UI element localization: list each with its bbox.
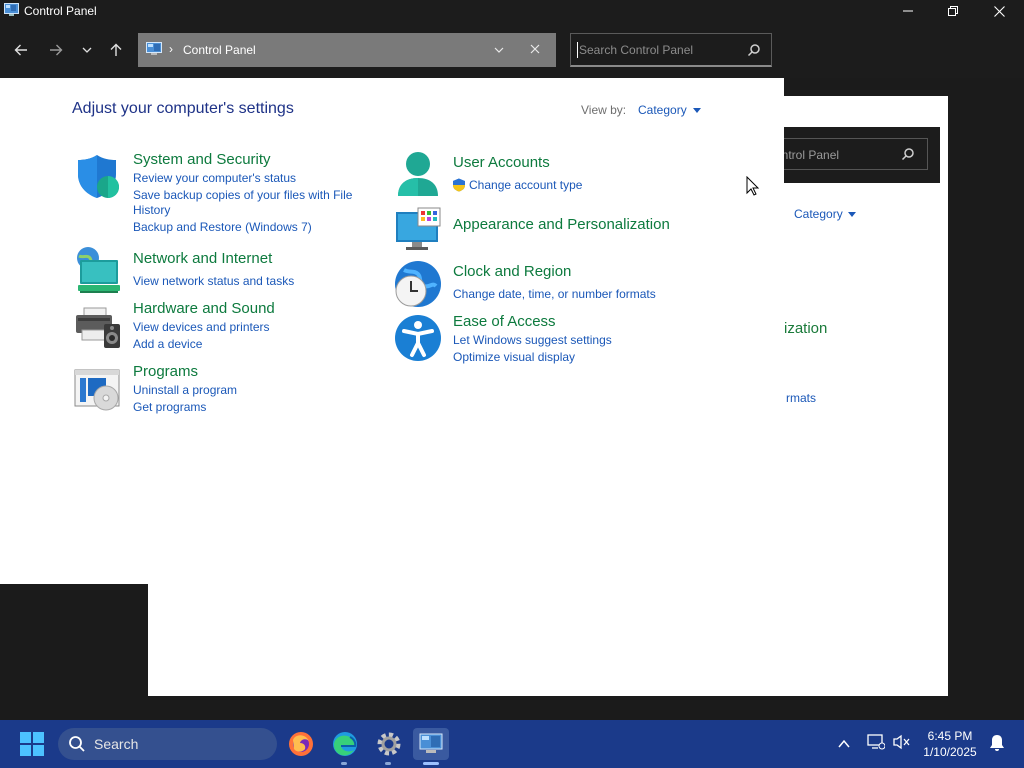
breadcrumb-separator: › — [169, 42, 173, 56]
control-panel-icon — [146, 42, 162, 56]
windows-logo-icon — [20, 732, 44, 756]
control-panel-icon — [4, 3, 19, 16]
category-title[interactable]: System and Security — [133, 151, 271, 168]
start-button[interactable] — [20, 732, 44, 756]
minimize-button[interactable] — [885, 0, 931, 22]
category-link[interactable]: History — [133, 202, 170, 218]
background-search-text: ontrol Panel — [775, 148, 840, 162]
address-bar[interactable]: › Control Panel — [138, 33, 556, 67]
category-link[interactable]: Get programs — [133, 399, 206, 415]
search-icon — [68, 735, 86, 756]
shield-icon[interactable] — [74, 152, 122, 200]
category-title[interactable]: User Accounts — [453, 154, 550, 171]
maximize-button[interactable] — [930, 0, 976, 22]
category-link[interactable]: Uninstall a program — [133, 382, 237, 398]
view-by-dropdown[interactable]: Category — [638, 103, 702, 117]
notification-bell-icon[interactable] — [989, 734, 1005, 757]
minimize-icon — [903, 10, 913, 12]
arrow-right-icon — [50, 44, 63, 56]
arrow-left-icon — [14, 44, 27, 56]
category-title[interactable]: Network and Internet — [133, 250, 272, 267]
text-cursor — [577, 42, 578, 58]
taskbar-search-label: Search — [94, 736, 139, 752]
chevron-down-icon — [82, 47, 92, 53]
taskbar: Search 6:45 PM 1/10/2025 — [0, 720, 1024, 768]
category-title[interactable]: Hardware and Sound — [133, 300, 275, 317]
chevron-up-icon[interactable] — [838, 736, 850, 754]
category-link[interactable]: Change account type — [469, 177, 582, 193]
clock-date: 1/10/2025 — [923, 745, 977, 759]
clock-time: 6:45 PM — [927, 729, 973, 743]
category-link[interactable]: View devices and printers — [133, 319, 270, 335]
active-indicator — [423, 762, 439, 765]
content-area: Adjust your computer's settings View by:… — [0, 78, 784, 584]
running-indicator — [385, 762, 391, 765]
network-status-icon[interactable] — [867, 734, 886, 755]
back-button[interactable] — [9, 38, 33, 62]
speaker-muted-icon[interactable] — [893, 734, 911, 755]
clock-globe-icon[interactable] — [394, 260, 442, 308]
programs-icon[interactable] — [74, 366, 122, 414]
globe-network-icon[interactable] — [74, 246, 122, 294]
user-icon[interactable] — [394, 150, 442, 198]
window-title: Control Panel — [24, 4, 97, 18]
title-bar: Control Panel — [0, 0, 1024, 22]
running-indicator — [341, 762, 347, 765]
page-title: Adjust your computer's settings — [72, 100, 294, 117]
control-panel-icon[interactable] — [413, 728, 449, 760]
uac-shield-icon — [452, 178, 466, 197]
close-icon — [993, 5, 1005, 17]
search-input[interactable] — [579, 40, 739, 60]
mouse-pointer-icon — [746, 175, 760, 201]
category-title[interactable]: Ease of Access — [453, 313, 556, 330]
caret-down-icon — [848, 212, 857, 217]
arrow-up-icon — [110, 43, 122, 56]
category-link[interactable]: Backup and Restore (Windows 7) — [133, 219, 312, 235]
category-link[interactable]: Review your computer's status — [133, 170, 296, 186]
background-view-by-value[interactable]: Category — [794, 207, 857, 221]
clear-address-button[interactable] — [530, 41, 540, 57]
category-link[interactable]: Optimize visual display — [453, 349, 575, 365]
background-category-title[interactable]: ization — [784, 320, 827, 337]
category-title[interactable]: Clock and Region — [453, 263, 571, 280]
category-link[interactable]: View network status and tasks — [133, 273, 294, 289]
search-icon — [901, 147, 915, 164]
taskbar-search[interactable]: Search — [58, 728, 277, 760]
restore-icon — [948, 6, 958, 16]
chevron-down-icon — [494, 47, 504, 53]
category-link[interactable]: Add a device — [133, 336, 202, 352]
settings-icon[interactable] — [371, 728, 407, 760]
close-icon — [530, 44, 540, 54]
view-by-label: View by: — [581, 103, 627, 117]
background-category-link[interactable]: rmats — [786, 391, 816, 405]
printer-speaker-icon[interactable] — [74, 304, 122, 352]
category-title[interactable]: Programs — [133, 363, 198, 380]
close-button[interactable] — [976, 0, 1022, 22]
edge-icon[interactable] — [327, 728, 363, 760]
breadcrumb[interactable]: Control Panel — [183, 43, 256, 57]
category-title[interactable]: Appearance and Personalization — [453, 216, 670, 233]
up-button[interactable] — [104, 38, 128, 62]
category-link[interactable]: Let Windows suggest settings — [453, 332, 612, 348]
address-history-button[interactable] — [494, 43, 504, 57]
category-link[interactable]: Change date, time, or number formats — [453, 286, 656, 302]
system-clock[interactable]: 6:45 PM 1/10/2025 — [915, 728, 985, 760]
accessibility-icon[interactable] — [394, 314, 442, 362]
caret-down-icon — [693, 108, 702, 113]
search-icon[interactable] — [747, 43, 761, 62]
forward-button[interactable] — [44, 38, 68, 62]
recent-locations-button[interactable] — [75, 38, 99, 62]
search-box[interactable] — [570, 33, 772, 67]
firefox-icon[interactable] — [283, 728, 319, 760]
category-link[interactable]: Save backup copies of your files with Fi… — [133, 187, 352, 203]
monitor-palette-icon[interactable] — [394, 206, 442, 254]
